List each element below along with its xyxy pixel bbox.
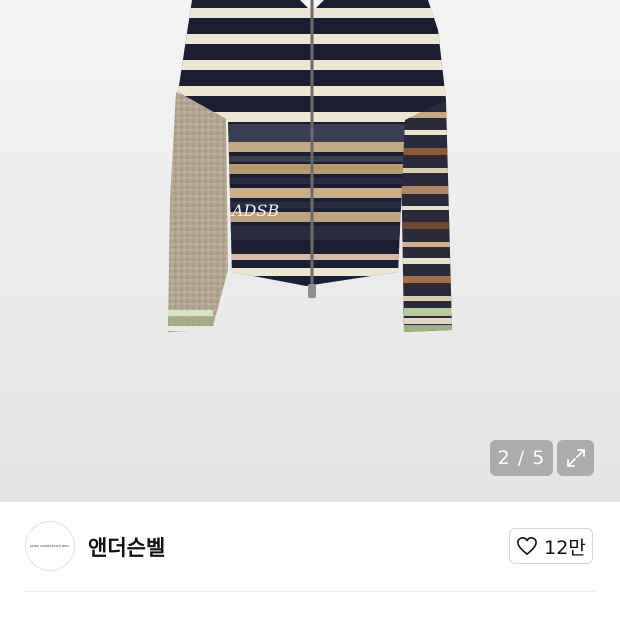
- svg-text:ADSB: ADSB: [230, 201, 279, 220]
- expand-button[interactable]: [557, 440, 594, 476]
- heart-outline-icon: [517, 537, 538, 555]
- brand-logo-text: ADER ANDERSSON BELL: [29, 544, 71, 548]
- brand-row: ADER ANDERSSON BELL 앤더슨벨 12만: [0, 502, 620, 592]
- product-image[interactable]: ADSB: [0, 0, 620, 502]
- like-button[interactable]: 12만: [509, 528, 593, 564]
- image-counter: 2 / 5: [490, 440, 553, 476]
- section-divider: [25, 591, 595, 592]
- expand-arrows-icon: [566, 449, 585, 467]
- product-image-gallery[interactable]: ADSB 2 / 5: [0, 0, 620, 502]
- brand-logo[interactable]: ADER ANDERSSON BELL: [25, 521, 75, 571]
- like-count: 12만: [544, 536, 586, 559]
- brand-name[interactable]: 앤더슨벨: [88, 532, 165, 562]
